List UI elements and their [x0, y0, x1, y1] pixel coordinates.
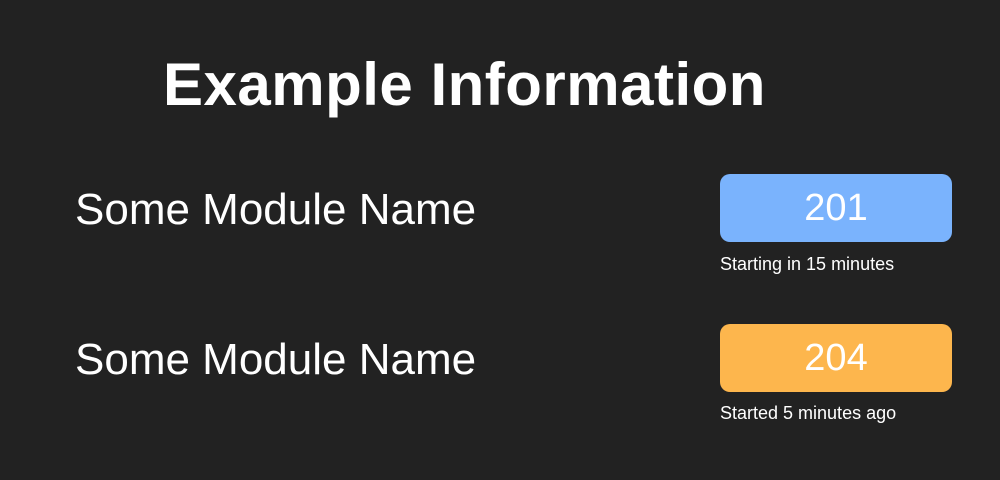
page-title: Example Information — [163, 51, 766, 118]
room-badge: 204 — [720, 324, 952, 392]
room-badge: 201 — [720, 174, 952, 242]
module-name: Some Module Name — [75, 335, 477, 384]
status-text: Starting in 15 minutes — [720, 254, 895, 274]
status-text: Started 5 minutes ago — [720, 403, 897, 423]
module-name: Some Module Name — [75, 185, 477, 234]
